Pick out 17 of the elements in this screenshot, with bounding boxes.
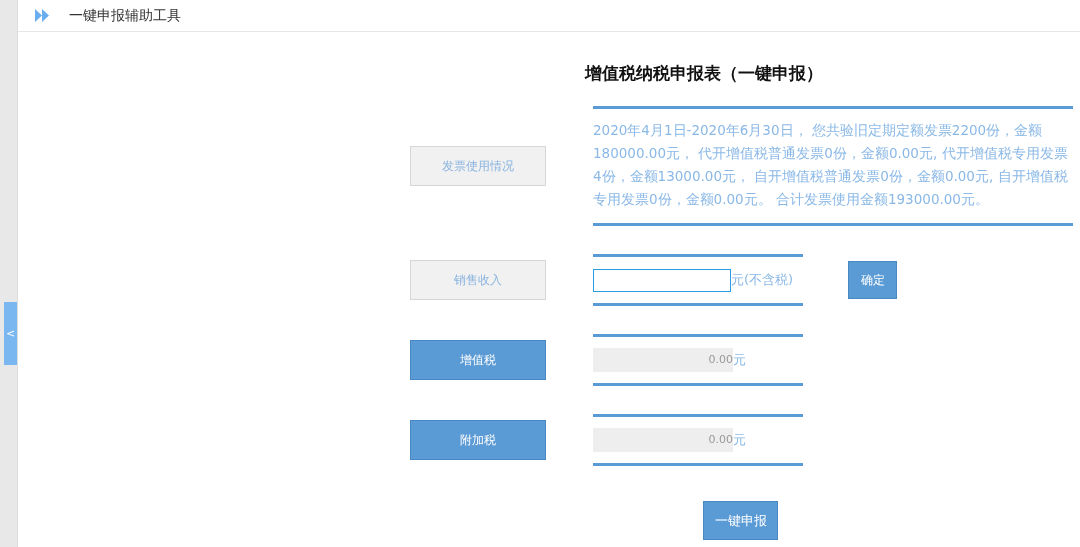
- sales-input-field[interactable]: [593, 268, 731, 292]
- row-label-button[interactable]: 发票使用情况: [410, 146, 546, 186]
- collapse-tab[interactable]: <: [4, 302, 17, 365]
- unit-label: 元: [733, 351, 746, 369]
- row-label-button[interactable]: 增值税: [410, 340, 546, 380]
- double-chevron-icon: [35, 9, 50, 22]
- unit-label: 元(不含税): [731, 271, 794, 289]
- form-title: 增值税纳税申报表（一键申报）: [585, 62, 824, 85]
- submit-button[interactable]: 一键申报: [703, 501, 778, 540]
- amount-field: 0.00: [593, 428, 733, 452]
- row-label-button[interactable]: 附加税: [410, 420, 546, 460]
- header-title: 一键申报辅助工具: [69, 6, 181, 25]
- amount-field: 0.00: [593, 348, 733, 372]
- unit-label: 元: [733, 431, 746, 449]
- row-label-button[interactable]: 销售收入: [410, 260, 546, 300]
- invoice-summary-text: 2020年4月1日-2020年6月30日， 您共验旧定期定额发票2200份，金额180000.00元， 代开增值税普通发票0份，金额0.00元, 代开增值税专用发票4份，金额13000.00元， 自开增值税普通发票0份，金额0.00元, 自开增值税专用发票0份，金额0.00元。 合计发票使用金额193000.00元。: [593, 121, 1069, 209]
- confirm-button[interactable]: 确定: [848, 261, 897, 299]
